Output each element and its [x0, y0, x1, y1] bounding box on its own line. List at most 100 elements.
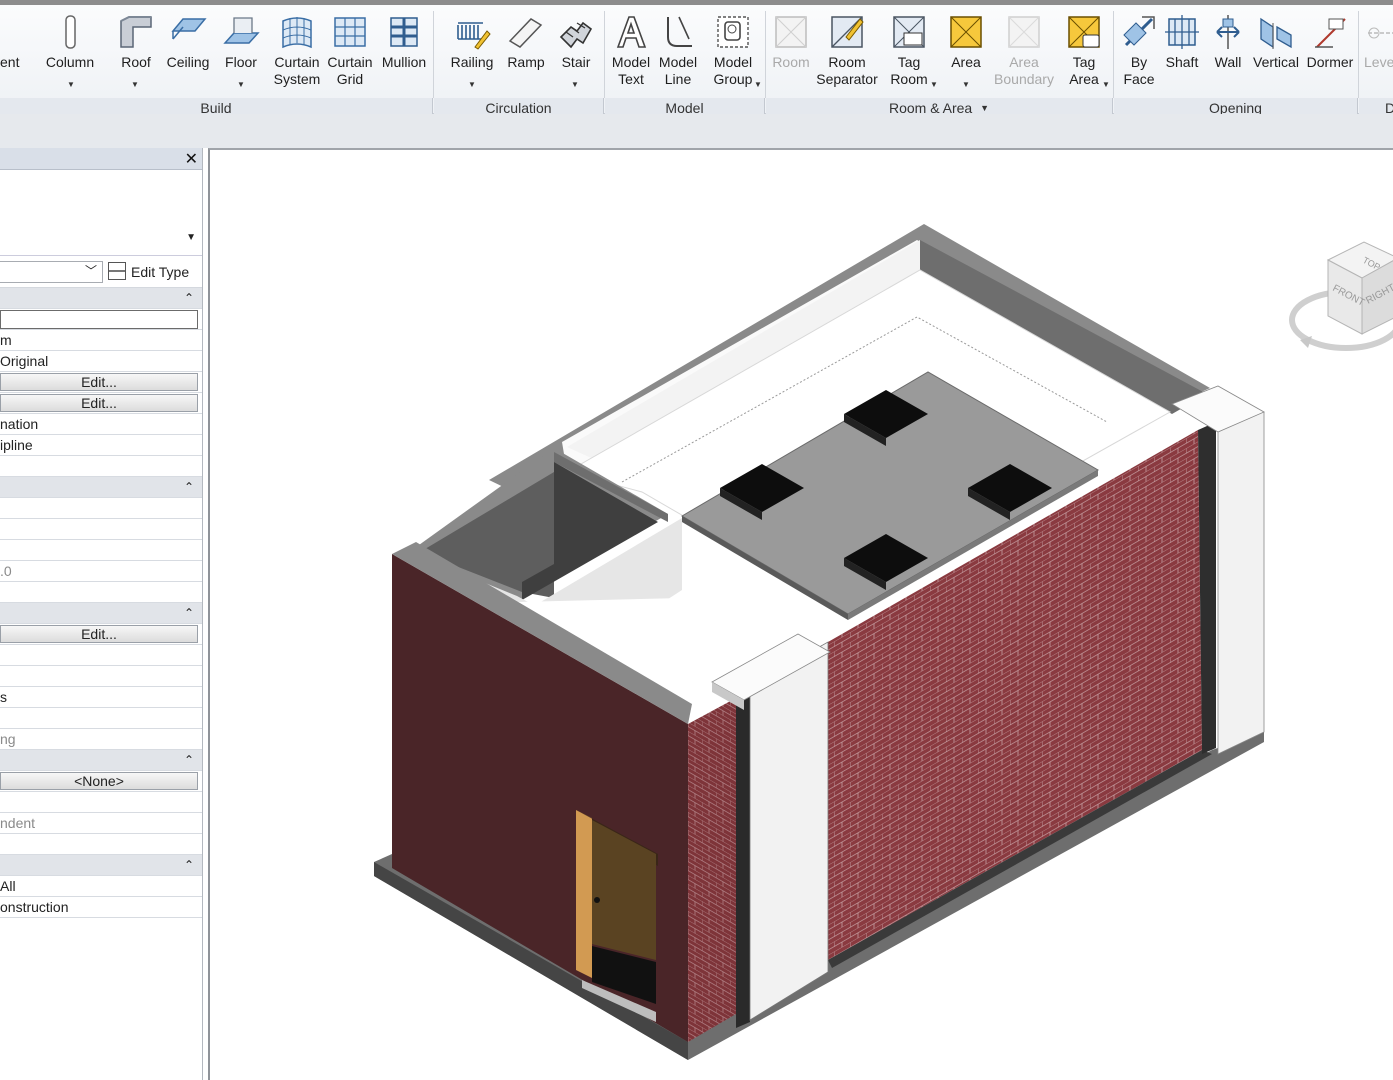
component-button[interactable]: ent [0, 13, 24, 97]
floor-icon [223, 17, 260, 44]
property-value[interactable]: Original [0, 351, 48, 371]
3d-view-canvas[interactable]: TOP FRONT RIGHT [208, 148, 1393, 1080]
vertical-opening-button[interactable]: Vertical [1250, 13, 1302, 97]
property-row [0, 540, 202, 561]
property-value[interactable]: All [0, 876, 16, 896]
collapse-icon[interactable]: ⌃ [184, 855, 194, 875]
property-value[interactable]: ndent [0, 813, 35, 833]
property-edit-button[interactable]: Edit... [0, 394, 198, 412]
railing-icon [457, 22, 491, 50]
level-button[interactable]: Leve [1364, 13, 1393, 97]
property-group-header[interactable]: ⌃ [0, 477, 202, 498]
property-edit-button[interactable]: Edit... [0, 373, 198, 391]
mullion-icon [390, 17, 418, 47]
room-icon [775, 16, 807, 48]
property-group-header[interactable]: ⌃ [0, 750, 202, 771]
model-line-icon [667, 16, 692, 47]
model-group-button[interactable]: Model Group ▼ [706, 13, 762, 97]
property-value[interactable]: s [0, 687, 7, 707]
wall-opening-icon [1216, 15, 1240, 49]
shaft-button[interactable]: Shaft [1162, 13, 1202, 97]
ramp-button[interactable]: Ramp [504, 13, 548, 97]
roof-button[interactable]: Roof ▼ [114, 13, 158, 97]
model-text-button[interactable]: Model Text [608, 13, 654, 97]
property-value-input[interactable] [0, 310, 198, 329]
building-model[interactable] [210, 150, 1393, 1080]
property-row [0, 792, 202, 813]
model-line-button[interactable]: Model Line [656, 13, 700, 97]
room-button[interactable]: Room [768, 13, 814, 97]
vertical-opening-icon [1260, 17, 1292, 49]
property-row [0, 456, 202, 477]
ceiling-icon [171, 18, 207, 40]
property-edit-button[interactable]: <None> [0, 772, 198, 790]
model-text-icon [616, 16, 647, 48]
floor-button[interactable]: Floor ▼ [218, 13, 264, 97]
property-row [0, 708, 202, 729]
mullion-button[interactable]: Mullion [378, 13, 430, 97]
ramp-icon [508, 18, 543, 48]
property-value[interactable]: m [0, 330, 12, 350]
chevron-down-icon[interactable]: ▼ [980, 103, 989, 113]
edit-type-button[interactable]: Edit Type [108, 260, 189, 284]
property-row [0, 309, 202, 330]
dormer-button[interactable]: Dormer [1304, 13, 1356, 97]
tag-room-button[interactable]: Tag Room ▼ [884, 13, 938, 97]
property-value[interactable]: ipline [0, 435, 33, 455]
property-value[interactable]: ng [0, 729, 16, 749]
curtain-system-button[interactable]: Curtain System [270, 13, 324, 97]
railing-button[interactable]: Railing ▼ [446, 13, 498, 97]
options-bar [0, 114, 1393, 148]
property-edit-button[interactable]: Edit... [0, 625, 198, 643]
by-face-icon [1123, 16, 1155, 47]
room-separator-button[interactable]: Room Separator [816, 13, 878, 97]
property-value[interactable]: onstruction [0, 897, 68, 917]
property-value[interactable]: nation [0, 414, 38, 434]
shaft-icon [1165, 15, 1199, 49]
dormer-icon [1315, 18, 1346, 48]
column-icon [65, 15, 76, 49]
property-row: Edit... [0, 372, 202, 393]
collapse-icon[interactable]: ⌃ [184, 750, 194, 770]
property-row: Original [0, 351, 202, 372]
tag-room-icon [893, 16, 925, 48]
curtain-system-icon [282, 17, 312, 49]
curtain-grid-icon [334, 17, 366, 47]
stair-icon [559, 21, 593, 49]
property-group-header[interactable]: ⌃ [0, 855, 202, 876]
property-row [0, 666, 202, 687]
instance-filter-dropdown[interactable]: ﹀ [0, 261, 103, 283]
ribbon: ent Column ▼ Roof ▼ Ceiling Floor ▼ Curt… [0, 0, 1393, 118]
curtain-grid-button[interactable]: Curtain Grid [326, 13, 374, 97]
property-row: ng [0, 729, 202, 750]
properties-grid: ⌃ m Original Edit... Edit... nation ipline ⌃ .0 ⌃… [0, 288, 202, 918]
properties-filter-row: ﹀ Edit Type [0, 256, 202, 288]
property-row [0, 519, 202, 540]
viewcube[interactable]: TOP FRONT RIGHT [1288, 238, 1393, 358]
level-icon [1368, 27, 1393, 39]
chevron-down-icon: ﹀ [84, 264, 97, 278]
property-row [0, 582, 202, 603]
chevron-down-icon[interactable]: ▼ [186, 232, 196, 243]
close-icon[interactable]: ✕ [185, 149, 198, 169]
by-face-button[interactable]: By Face [1117, 13, 1161, 97]
area-boundary-button[interactable]: Area Boundary [992, 13, 1056, 97]
property-row: Edit... [0, 393, 202, 414]
area-button[interactable]: Area ▼ [940, 13, 992, 97]
wall-opening-button[interactable]: Wall [1206, 13, 1250, 97]
collapse-icon[interactable]: ⌃ [184, 477, 194, 497]
property-group-header[interactable]: ⌃ [0, 603, 202, 624]
property-row: All [0, 876, 202, 897]
ceiling-button[interactable]: Ceiling [164, 13, 212, 97]
collapse-icon[interactable]: ⌃ [184, 288, 194, 308]
type-selector[interactable]: ▼ [0, 170, 202, 256]
property-group-header[interactable]: ⌃ [0, 288, 202, 309]
property-row [0, 834, 202, 855]
property-row: ndent [0, 813, 202, 834]
tag-area-button[interactable]: Tag Area ▼ [1060, 13, 1110, 97]
property-row: s [0, 687, 202, 708]
property-value[interactable]: .0 [0, 561, 12, 581]
stair-button[interactable]: Stair ▼ [554, 13, 598, 97]
collapse-icon[interactable]: ⌃ [184, 603, 194, 623]
column-button[interactable]: Column ▼ [42, 13, 98, 97]
